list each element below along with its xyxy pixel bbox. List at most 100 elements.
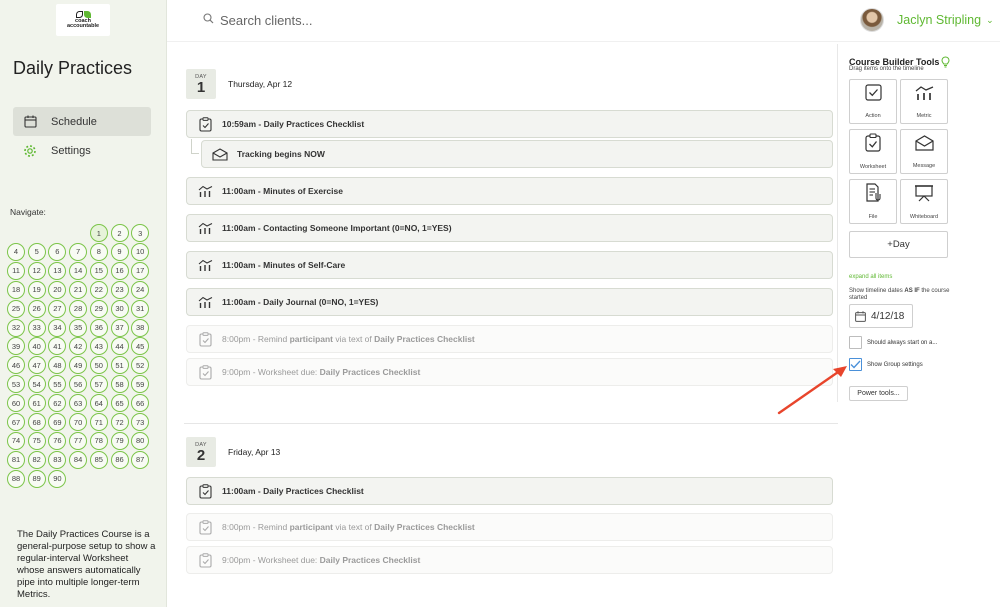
day-nav-53[interactable]: 53 [7,375,25,394]
day-nav-89[interactable]: 89 [27,469,46,488]
day-nav-38[interactable]: 38 [131,318,150,337]
day-nav-60[interactable]: 60 [7,394,25,413]
sidebar-item-schedule[interactable]: Schedule [13,107,151,136]
timeline-item[interactable]: 11:00am - Daily Journal (0=NO, 1=YES) [186,288,833,316]
should-start-checkbox[interactable] [849,336,862,349]
tool-message-button[interactable]: Message [900,129,948,174]
day-nav-90[interactable]: 90 [48,469,67,488]
day-nav-49[interactable]: 49 [69,356,88,375]
day-nav-67[interactable]: 67 [7,413,25,431]
day-nav-75[interactable]: 75 [27,431,46,450]
timeline-item[interactable]: 11:00am - Minutes of Exercise [186,177,833,205]
day-nav-26[interactable]: 26 [27,299,46,318]
day-nav-10[interactable]: 10 [131,242,150,261]
search-input[interactable] [220,12,420,28]
day-nav-76[interactable]: 76 [48,431,67,450]
day-nav-63[interactable]: 63 [69,394,88,413]
day-nav-13[interactable]: 13 [48,261,67,280]
day-nav-31[interactable]: 31 [131,299,150,318]
timeline-reminder-item[interactable]: 8:00pm - Remind participant via text of … [186,325,833,353]
tool-file-button[interactable]: File [849,179,897,224]
day-nav-41[interactable]: 41 [48,337,67,356]
day-nav-45[interactable]: 45 [131,337,150,356]
day-nav-69[interactable]: 69 [48,413,67,431]
day-nav-24[interactable]: 24 [131,280,150,299]
day-nav-50[interactable]: 50 [89,356,108,375]
day-nav-79[interactable]: 79 [110,431,129,450]
day-nav-66[interactable]: 66 [131,394,150,413]
day-nav-51[interactable]: 51 [110,356,129,375]
timeline-item[interactable]: 11:00am - Minutes of Self-Care [186,251,833,279]
day-nav-82[interactable]: 82 [27,450,46,469]
sidebar-item-settings[interactable]: Settings [13,136,151,165]
day-nav-25[interactable]: 25 [7,299,25,318]
day-nav-33[interactable]: 33 [27,318,46,337]
day-nav-5[interactable]: 5 [27,242,46,261]
add-day-button[interactable]: +Day [849,231,948,258]
day-nav-9[interactable]: 9 [110,242,129,261]
day-nav-40[interactable]: 40 [27,337,46,356]
day-nav-74[interactable]: 74 [7,431,25,450]
timeline-item[interactable]: 10:59am - Daily Practices Checklist [186,110,833,138]
day-nav-7[interactable]: 7 [69,242,88,261]
day-nav-81[interactable]: 81 [7,450,25,469]
day-nav-73[interactable]: 73 [131,413,150,431]
day-nav-86[interactable]: 86 [110,450,129,469]
day-nav-64[interactable]: 64 [89,394,108,413]
day-nav-28[interactable]: 28 [69,299,88,318]
day-nav-85[interactable]: 85 [89,450,108,469]
expand-all-link[interactable]: expand all items [849,274,892,280]
day-nav-55[interactable]: 55 [48,375,67,394]
day-nav-30[interactable]: 30 [110,299,129,318]
tool-metric-button[interactable]: Metric [900,79,948,124]
day-nav-16[interactable]: 16 [110,261,129,280]
day-nav-42[interactable]: 42 [69,337,88,356]
day-nav-58[interactable]: 58 [110,375,129,394]
day-nav-71[interactable]: 71 [89,413,108,431]
day-nav-4[interactable]: 4 [7,242,25,261]
timeline-sub-item[interactable]: Tracking begins NOW [201,140,833,168]
day-nav-29[interactable]: 29 [89,299,108,318]
day-nav-70[interactable]: 70 [69,413,88,431]
day-nav-36[interactable]: 36 [89,318,108,337]
timeline-due-item[interactable]: 9:00pm - Worksheet due: Daily Practices … [186,546,833,574]
day-nav-83[interactable]: 83 [48,450,67,469]
day-nav-44[interactable]: 44 [110,337,129,356]
day-nav-65[interactable]: 65 [110,394,129,413]
timeline-item[interactable]: 11:00am - Daily Practices Checklist [186,477,833,505]
lightbulb-icon[interactable] [941,56,950,68]
day-nav-52[interactable]: 52 [131,356,150,375]
day-nav-72[interactable]: 72 [110,413,129,431]
day-nav-88[interactable]: 88 [7,469,25,488]
day-nav-19[interactable]: 19 [27,280,46,299]
day-nav-43[interactable]: 43 [89,337,108,356]
day-nav-48[interactable]: 48 [48,356,67,375]
day-nav-14[interactable]: 14 [69,261,88,280]
user-menu[interactable]: Jaclyn Stripling ⌄ [860,8,994,32]
day-nav-34[interactable]: 34 [48,318,67,337]
day-nav-2[interactable]: 2 [110,224,129,242]
day-nav-87[interactable]: 87 [131,450,150,469]
day-nav-12[interactable]: 12 [27,261,46,280]
day-nav-35[interactable]: 35 [69,318,88,337]
tool-worksheet-button[interactable]: Worksheet [849,129,897,174]
day-nav-84[interactable]: 84 [69,450,88,469]
day-nav-23[interactable]: 23 [110,280,129,299]
power-tools-button[interactable]: Power tools... [849,386,908,401]
day-nav-11[interactable]: 11 [7,261,25,280]
day-nav-17[interactable]: 17 [131,261,150,280]
day-nav-3[interactable]: 3 [131,224,150,242]
day-nav-77[interactable]: 77 [69,431,88,450]
day-nav-8[interactable]: 8 [89,242,108,261]
day-nav-59[interactable]: 59 [131,375,150,394]
day-nav-27[interactable]: 27 [48,299,67,318]
show-group-checkbox[interactable] [849,358,862,371]
tool-action-button[interactable]: Action [849,79,897,124]
day-nav-20[interactable]: 20 [48,280,67,299]
day-nav-47[interactable]: 47 [27,356,46,375]
day-nav-32[interactable]: 32 [7,318,25,337]
start-date-input[interactable]: 4/12/18 [849,304,913,328]
day-nav-1[interactable]: 1 [89,224,108,242]
day-nav-18[interactable]: 18 [7,280,25,299]
timeline-due-item[interactable]: 9:00pm - Worksheet due: Daily Practices … [186,358,833,386]
